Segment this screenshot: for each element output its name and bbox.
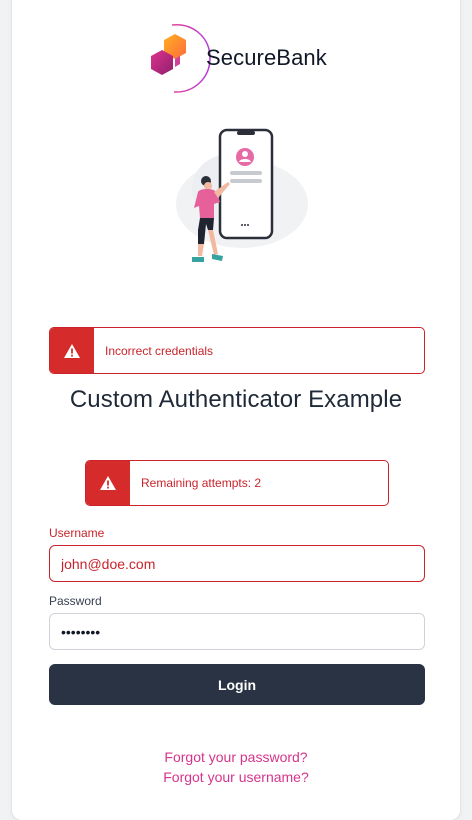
alert-icon-box [50, 328, 94, 373]
mobile-login-illustration [176, 128, 308, 262]
brand-name: SecureBank [206, 45, 327, 70]
password-field[interactable] [49, 613, 425, 650]
login-button[interactable]: Login [49, 664, 425, 705]
alert-message: Incorrect credentials [105, 343, 214, 358]
warning-icon [64, 343, 80, 358]
alert-icon-box [86, 461, 130, 505]
forgot-password-link[interactable]: Forgot your password? [0, 749, 472, 765]
logo-mark-icon [151, 24, 211, 93]
warning-icon [100, 476, 116, 490]
username-field[interactable] [49, 545, 425, 582]
alert-message: Remaining attempts: 2 [141, 476, 262, 490]
password-label: Password [49, 594, 102, 608]
page-title: Custom Authenticator Example [69, 386, 403, 413]
credentials-error-alert: Incorrect credentials [49, 327, 425, 374]
username-label: Username [49, 526, 105, 540]
forgot-username-link[interactable]: Forgot your username? [0, 769, 472, 785]
attempts-error-alert: Remaining attempts: 2 [85, 460, 389, 506]
securebank-logo: SecureBank [146, 22, 346, 94]
